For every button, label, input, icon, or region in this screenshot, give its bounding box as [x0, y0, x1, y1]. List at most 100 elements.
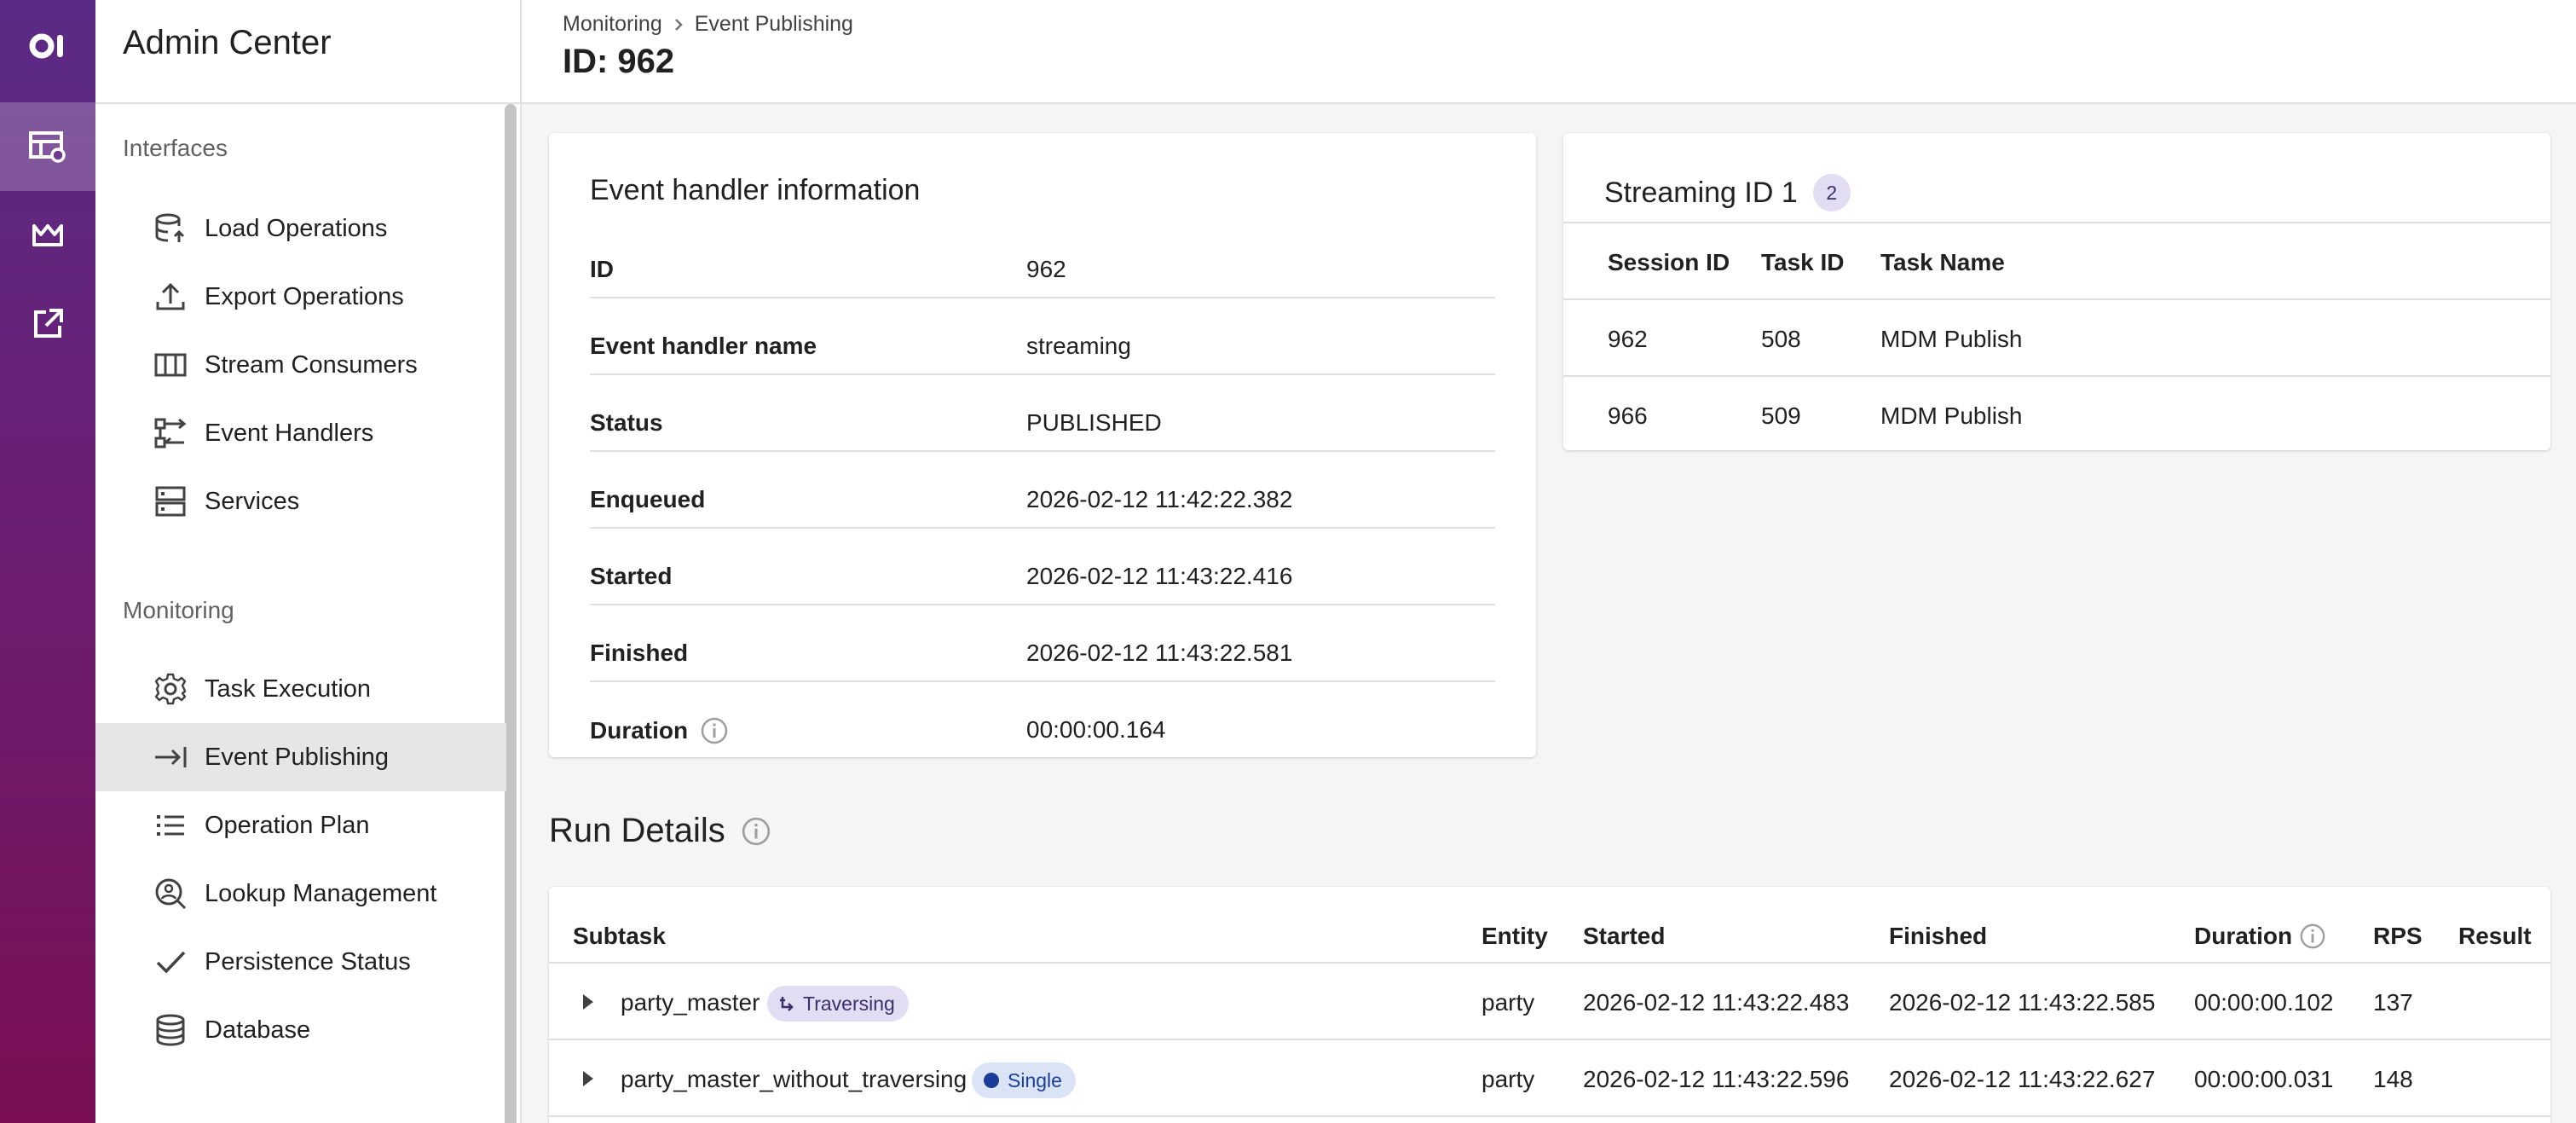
- column-task-id[interactable]: Task ID: [1761, 249, 1845, 276]
- sidebar-item-services[interactable]: Services: [95, 467, 506, 535]
- count-badge: 2: [1812, 174, 1851, 211]
- sidebar-item-label: Database: [205, 1016, 311, 1044]
- card-title: Streaming ID 1 2: [1604, 174, 1851, 211]
- cell-duration: 00:00:00.102: [2194, 989, 2334, 1016]
- rail-admin-button[interactable]: [0, 102, 95, 191]
- kv-value: 00:00:00.164: [1026, 716, 1166, 743]
- breadcrumb: Monitoring Event Publishing: [563, 12, 853, 37]
- cell-duration: 00:00:00.031: [2194, 1066, 2334, 1092]
- rail-external-button[interactable]: [0, 280, 95, 368]
- sidebar-item-event-handlers[interactable]: Event Handlers: [95, 399, 506, 467]
- column-rps[interactable]: RPS: [2373, 923, 2423, 950]
- info-icon[interactable]: [700, 716, 729, 745]
- handler-icon: [154, 418, 187, 449]
- app-logo[interactable]: [0, 0, 95, 92]
- column-started[interactable]: Started: [1583, 923, 1665, 950]
- sidebar-item-label: Services: [205, 487, 300, 515]
- event-handler-card: Event handler information ID 962 Event h…: [549, 133, 1536, 757]
- expand-icon[interactable]: [583, 994, 593, 1010]
- cell-task-name: MDM Publish: [1880, 326, 2023, 352]
- sidebar-item-label: Event Handlers: [205, 419, 374, 447]
- sidebar-scrollbar[interactable]: [505, 104, 517, 1123]
- sidebar-item-stream-consumers[interactable]: Stream Consumers: [95, 331, 506, 399]
- sidebar: Admin Center Interfaces Load Operations …: [95, 0, 522, 1123]
- sidebar-item-export-operations[interactable]: Export Operations: [95, 263, 506, 331]
- column-subtask[interactable]: Subtask: [573, 923, 666, 950]
- cell-finished: 2026-02-12 11:43:22.627: [1889, 1066, 2156, 1092]
- tag-label: Single: [1008, 1068, 1062, 1091]
- rail-crown-button[interactable]: [0, 191, 95, 280]
- kv-row-enqueued: Enqueued 2026-02-12 11:42:22.382: [590, 452, 1495, 529]
- table-row[interactable]: party_master_without_traversing Single p…: [549, 1040, 2550, 1117]
- sidebar-item-label: Export Operations: [205, 282, 404, 310]
- sidebar-item-event-publishing[interactable]: Event Publishing: [95, 723, 506, 791]
- streaming-card: Streaming ID 1 2 Session ID Task ID Task…: [1563, 133, 2550, 450]
- column-task-name[interactable]: Task Name: [1880, 249, 2005, 276]
- kv-key: ID: [590, 256, 614, 282]
- kv-row-status: Status PUBLISHED: [590, 375, 1495, 452]
- column-session-id[interactable]: Session ID: [1608, 249, 1730, 276]
- sidebar-divider: [95, 102, 522, 104]
- server-icon: [155, 486, 186, 517]
- column-entity[interactable]: Entity: [1481, 923, 1548, 950]
- app-title: Admin Center: [123, 24, 332, 61]
- kv-row-started: Started 2026-02-12 11:43:22.416: [590, 529, 1495, 605]
- table-row[interactable]: 962 508 MDM Publish: [1563, 300, 2550, 377]
- table-settings-icon: [29, 131, 66, 163]
- external-link-icon: [34, 309, 63, 338]
- info-icon[interactable]: [2299, 923, 2326, 950]
- breadcrumb-monitoring[interactable]: Monitoring: [563, 12, 662, 37]
- table-row[interactable]: party_master Traversing party 2026-02-12…: [549, 964, 2550, 1040]
- sidebar-item-persistence-status[interactable]: Persistence Status: [95, 928, 506, 996]
- table-header-row: Subtask Entity Started Finished Duration…: [549, 887, 2550, 964]
- sidebar-item-label: Task Execution: [205, 674, 372, 703]
- kv-value: 2026-02-12 11:43:22.581: [1026, 640, 1293, 666]
- table-row[interactable]: 966 509 MDM Publish: [1563, 377, 2550, 454]
- cell-finished: 2026-02-12 11:43:22.585: [1889, 989, 2156, 1016]
- list-icon: [157, 815, 184, 836]
- sidebar-item-lookup-management[interactable]: Lookup Management: [95, 860, 506, 928]
- sidebar-item-label: Stream Consumers: [205, 350, 418, 379]
- sidebar-item-task-execution[interactable]: Task Execution: [95, 655, 506, 723]
- check-icon: [156, 951, 186, 974]
- cell-subtask: party_master_without_traversing: [621, 1066, 967, 1092]
- kv-key: Finished: [590, 640, 689, 666]
- cell-started: 2026-02-12 11:43:22.596: [1583, 1066, 1850, 1092]
- kv-value: 2026-02-12 11:42:22.382: [1026, 486, 1293, 512]
- sidebar-item-load-operations[interactable]: Load Operations: [95, 194, 506, 263]
- cell-subtask: party_master: [621, 989, 760, 1016]
- kv-key: Started: [590, 563, 673, 589]
- sidebar-item-database[interactable]: Database: [95, 996, 506, 1064]
- info-icon[interactable]: [741, 816, 771, 847]
- sidebar-item-label: Operation Plan: [205, 811, 370, 839]
- sidebar-item-label: Load Operations: [205, 214, 388, 242]
- column-finished[interactable]: Finished: [1889, 923, 1987, 950]
- kv-value: 2026-02-12 11:43:22.416: [1026, 563, 1293, 589]
- streaming-title: Streaming ID 1: [1604, 176, 1798, 209]
- cell-session-id: 962: [1608, 326, 1648, 352]
- cell-started: 2026-02-12 11:43:22.483: [1583, 989, 1850, 1016]
- cell-entity: party: [1481, 989, 1535, 1016]
- kv-row-finished: Finished 2026-02-12 11:43:22.581: [590, 605, 1495, 682]
- cell-task-id: 508: [1761, 326, 1801, 352]
- breadcrumb-event-publishing: Event Publishing: [694, 12, 853, 36]
- section-monitoring: Monitoring: [123, 597, 234, 623]
- column-duration[interactable]: Duration: [2194, 923, 2326, 950]
- duration-label: Duration: [590, 717, 689, 744]
- expand-icon[interactable]: [583, 1071, 593, 1086]
- kv-value: PUBLISHED: [1026, 409, 1162, 436]
- page-title: ID: 962: [563, 43, 675, 80]
- page-header: Monitoring Event Publishing ID: 962: [522, 0, 2576, 104]
- tag-label: Traversing: [803, 992, 895, 1015]
- kv-value: 962: [1026, 256, 1066, 282]
- column-result[interactable]: Result: [2458, 923, 2532, 950]
- kv-key: Event handler name: [590, 333, 817, 359]
- sidebar-item-label: Persistence Status: [205, 947, 411, 975]
- cell-rps: 137: [2373, 989, 2413, 1016]
- kv-value: streaming: [1026, 333, 1131, 359]
- traversing-tag: Traversing: [767, 986, 909, 1022]
- sidebar-item-label: Event Publishing: [205, 743, 390, 771]
- sidebar-item-operation-plan[interactable]: Operation Plan: [95, 791, 506, 860]
- arrow-to-bar-icon: [155, 747, 187, 767]
- gear-icon: [154, 673, 187, 705]
